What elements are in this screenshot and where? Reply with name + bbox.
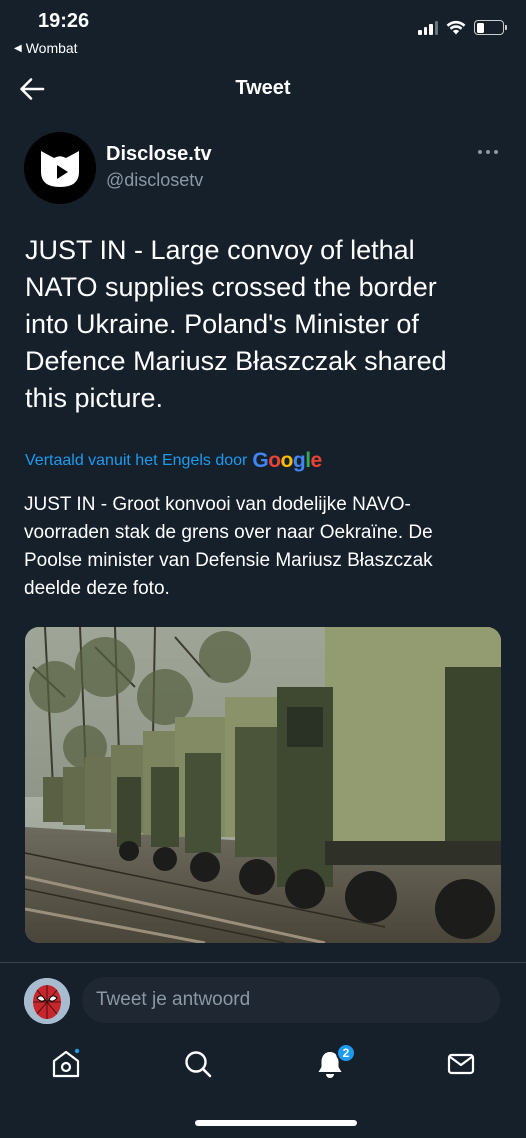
tweet-screen: 19:26 ◀ Wombat Tweet Disclose.tv @disclo… xyxy=(0,0,526,1138)
cellular-signal-icon xyxy=(418,20,438,35)
divider xyxy=(0,962,526,963)
status-icons xyxy=(418,20,507,35)
reply-input[interactable] xyxy=(82,977,500,1023)
google-logo-icon: Google xyxy=(252,449,322,472)
page-title: Tweet xyxy=(235,77,291,99)
back-triangle-icon: ◀ xyxy=(14,42,22,54)
user-avatar[interactable] xyxy=(24,978,70,1024)
author-handle[interactable]: @disclosetv xyxy=(106,170,203,191)
author-name[interactable]: Disclose.tv xyxy=(106,143,212,166)
bottom-tab-bar xyxy=(0,1040,526,1090)
back-to-app-link[interactable]: ◀ Wombat xyxy=(14,40,78,56)
translated-text: JUST IN - Groot konvooi van dodelijke NA… xyxy=(24,494,433,599)
status-time: 19:26 xyxy=(38,10,90,32)
translation-attribution[interactable]: Vertaald vanuit het Engels door Google xyxy=(25,449,322,473)
translated-label: Vertaald vanuit het Engels door xyxy=(25,452,248,469)
header: Tweet xyxy=(0,64,526,114)
spiderman-avatar-icon xyxy=(24,978,70,1024)
home-indicator[interactable] xyxy=(195,1120,357,1126)
search-icon[interactable] xyxy=(182,1048,214,1080)
tweet-photo[interactable] xyxy=(25,627,501,943)
disclose-logo-icon xyxy=(24,132,96,204)
back-app-label: Wombat xyxy=(25,40,78,56)
home-icon[interactable] xyxy=(50,1048,82,1080)
notifications-badge: 2 xyxy=(336,1043,356,1063)
wifi-icon xyxy=(446,20,466,35)
tweet-text: JUST IN - Large convoy of lethal NATO su… xyxy=(25,235,447,413)
more-options-icon[interactable] xyxy=(478,150,498,154)
author-avatar[interactable] xyxy=(24,132,96,204)
convoy-photo xyxy=(25,627,501,943)
messages-icon[interactable] xyxy=(445,1048,477,1080)
battery-icon xyxy=(474,20,507,35)
